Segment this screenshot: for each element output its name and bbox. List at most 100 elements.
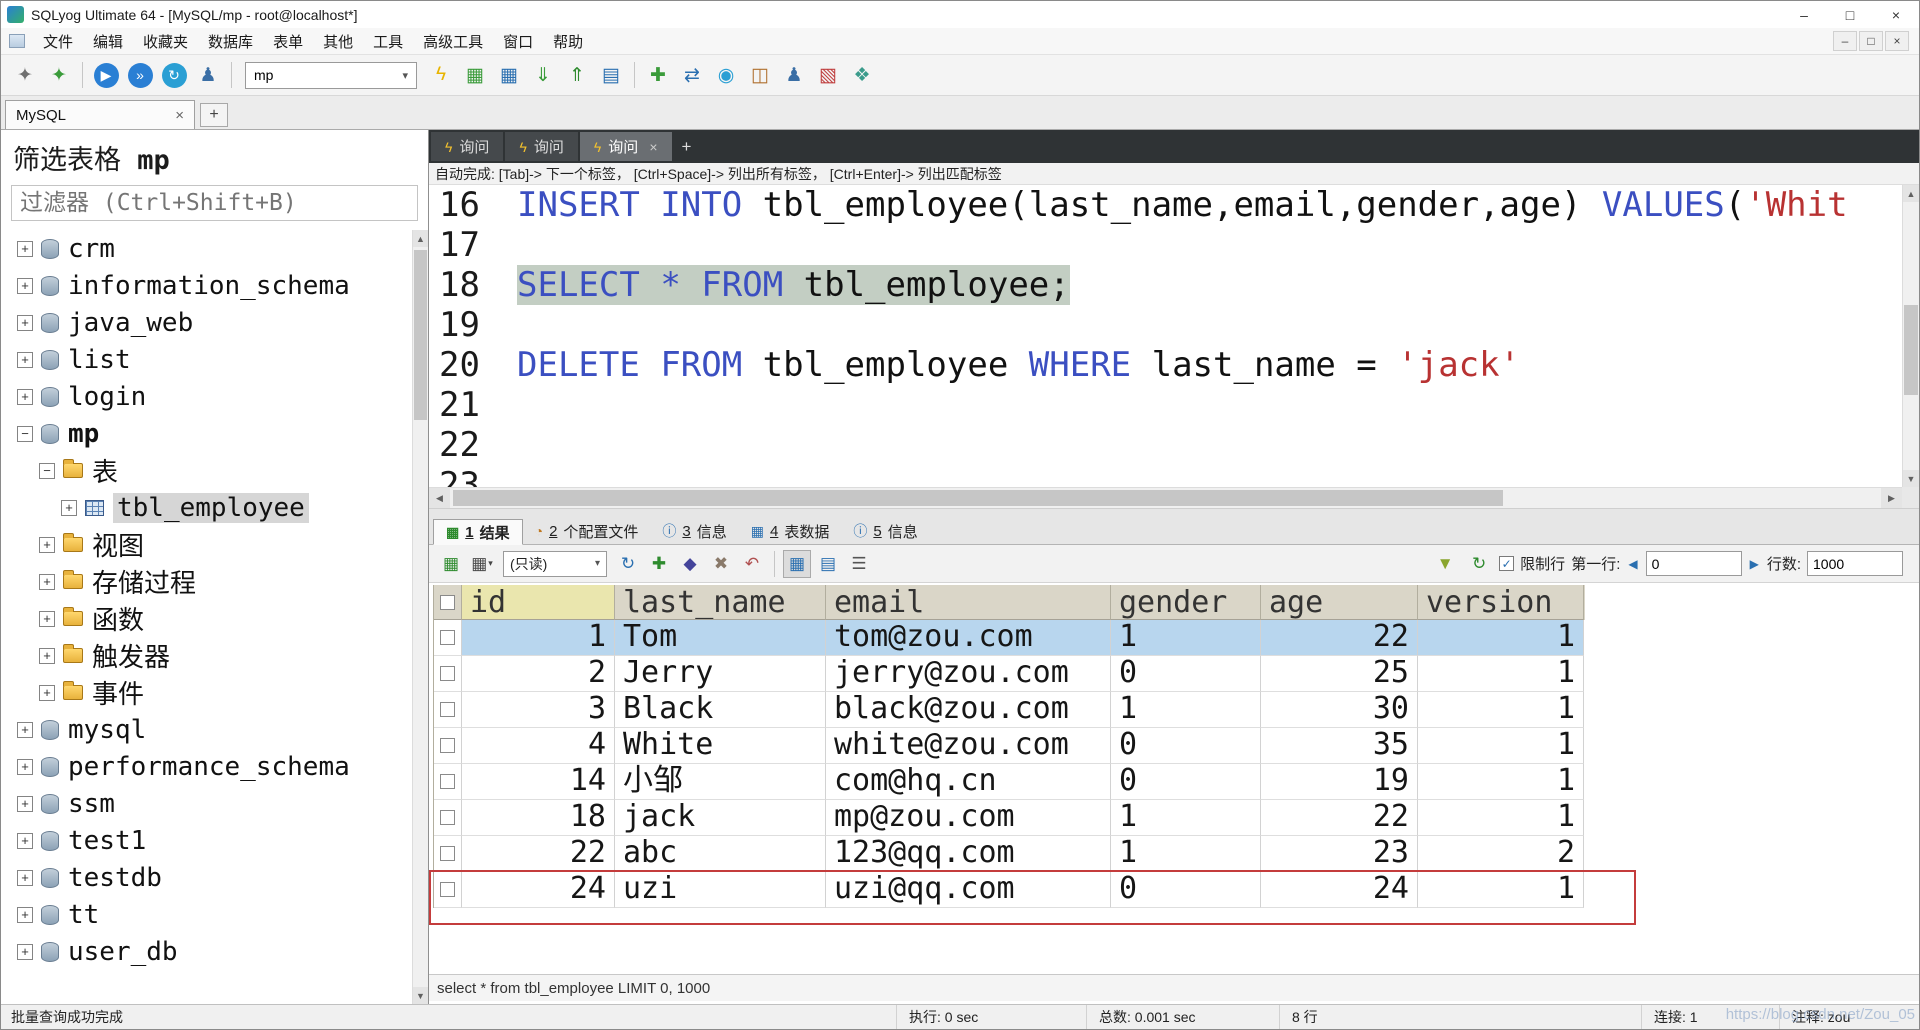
row-checkbox[interactable] (440, 882, 455, 897)
row-checkbox[interactable] (440, 774, 455, 789)
export-result-icon[interactable]: ▦ (437, 550, 465, 578)
editor-vertical-scrollbar[interactable]: ▲ ▼ (1902, 185, 1919, 487)
query-tab-1[interactable]: ϟ询问 (431, 132, 503, 161)
results-splitter[interactable] (429, 508, 1919, 515)
table-row-1[interactable]: 1Tomtom@zou.com1221 (434, 620, 1585, 656)
form-view-icon[interactable]: ▤ (814, 550, 842, 578)
connect-icon[interactable]: ✦ (43, 59, 75, 91)
editor-horizontal-scrollbar[interactable]: ◀ ▶ (429, 487, 1902, 508)
column-header-last_name[interactable]: last_name (615, 585, 826, 620)
expand-icon[interactable]: + (17, 944, 33, 960)
table-row-8[interactable]: 24uziuzi@qq.com0241 (434, 872, 1585, 908)
sync-icon[interactable]: ⇄ (676, 59, 708, 91)
menu-item-7[interactable]: 工具 (363, 28, 413, 55)
tree-item-表[interactable]: −表 (1, 452, 412, 489)
expand-icon[interactable]: + (39, 537, 55, 553)
query-tab-2[interactable]: ϟ询问 (505, 132, 577, 161)
tree-item-触发器[interactable]: +触发器 (1, 637, 412, 674)
scroll-up-icon[interactable]: ▲ (1903, 185, 1919, 202)
text-view-icon[interactable]: ☰ (845, 550, 873, 578)
sql-editor[interactable]: 16INSERT INTO tbl_employee(last_name,ema… (429, 185, 1902, 487)
scroll-down-icon[interactable]: ▼ (1903, 470, 1919, 487)
menu-item-8[interactable]: 高级工具 (413, 28, 493, 55)
tree-item-testdb[interactable]: +testdb (1, 859, 412, 896)
row-checkbox[interactable] (440, 666, 455, 681)
expand-icon[interactable]: + (17, 870, 33, 886)
expand-icon[interactable]: + (39, 574, 55, 590)
menu-item-6[interactable]: 其他 (313, 28, 363, 55)
editor-line-22[interactable]: 22 (429, 425, 1902, 465)
row-select-cell[interactable] (434, 872, 462, 908)
row-checkbox[interactable] (440, 738, 455, 753)
result-tab-4[interactable]: ▦4表数据 (739, 518, 842, 544)
close-icon[interactable]: × (161, 107, 184, 124)
row-select-cell[interactable] (434, 656, 462, 692)
web-icon[interactable]: ◉ (710, 59, 742, 91)
import-icon[interactable]: ⇓ (527, 59, 559, 91)
column-header-select[interactable] (434, 585, 462, 620)
scheduler-icon[interactable]: ▧ (812, 59, 844, 91)
tree-item-information_schema[interactable]: +information_schema (1, 267, 412, 304)
column-header-email[interactable]: email (826, 585, 1111, 620)
add-connection-button[interactable]: + (200, 103, 228, 127)
editor-line-16[interactable]: 16INSERT INTO tbl_employee(last_name,ema… (429, 185, 1902, 225)
menu-item-4[interactable]: 数据库 (198, 28, 263, 55)
expand-icon[interactable]: + (17, 833, 33, 849)
save-row-icon[interactable]: ◆ (676, 550, 704, 578)
select-all-checkbox[interactable] (440, 595, 455, 610)
collapse-icon[interactable]: − (39, 463, 55, 479)
tree-item-login[interactable]: +login (1, 378, 412, 415)
expand-icon[interactable]: + (17, 315, 33, 331)
result-tab-2[interactable]: ◔2个配置文件 (523, 518, 651, 544)
first-row-input[interactable] (1646, 551, 1742, 576)
new-table-icon[interactable]: ✚ (642, 59, 674, 91)
table-row-6[interactable]: 18jackmp@zou.com1221 (434, 800, 1585, 836)
insert-update-icon[interactable]: ▦ (493, 59, 525, 91)
minimize-button[interactable]: – (1781, 1, 1827, 28)
mdi-minimize-button[interactable]: – (1833, 31, 1857, 51)
editor-line-21[interactable]: 21 (429, 385, 1902, 425)
execute-snippet-icon[interactable]: ϟ (425, 59, 457, 91)
result-tab-5[interactable]: ⓘ5信息 (841, 518, 929, 544)
scroll-down-icon[interactable]: ▼ (413, 987, 428, 1004)
users-icon[interactable]: ♟ (778, 59, 810, 91)
grid-options-icon[interactable]: ▦▾ (468, 550, 496, 578)
scroll-right-icon[interactable]: ▶ (1881, 488, 1902, 508)
editor-line-23[interactable]: 23 (429, 465, 1902, 487)
new-connection-icon[interactable]: ✦ (9, 59, 41, 91)
menu-item-10[interactable]: 帮助 (543, 28, 593, 55)
expand-icon[interactable]: + (39, 685, 55, 701)
editor-vscroll-thumb[interactable] (1904, 305, 1918, 395)
menu-item-5[interactable]: 表单 (263, 28, 313, 55)
table-row-5[interactable]: 14小邹com@hq.cn0191 (434, 764, 1585, 800)
expand-icon[interactable]: + (17, 389, 33, 405)
tree-item-事件[interactable]: +事件 (1, 674, 412, 711)
export-icon[interactable]: ⇑ (561, 59, 593, 91)
expand-icon[interactable]: + (17, 352, 33, 368)
expand-icon[interactable]: + (17, 722, 33, 738)
expand-icon[interactable]: + (17, 907, 33, 923)
expand-icon[interactable]: + (61, 500, 77, 516)
close-button[interactable]: × (1873, 1, 1919, 28)
user-manager-icon[interactable]: ♟ (192, 59, 224, 91)
query-tab-3[interactable]: ϟ询问× (580, 132, 672, 161)
table-row-2[interactable]: 2Jerryjerry@zou.com0251 (434, 656, 1585, 692)
tree-item-ssm[interactable]: +ssm (1, 785, 412, 822)
previous-page-icon[interactable]: ◀ (1626, 557, 1639, 571)
revert-row-icon[interactable]: ↶ (738, 550, 766, 578)
menu-item-3[interactable]: 收藏夹 (133, 28, 198, 55)
filter-funnel-icon[interactable]: ▼ (1431, 550, 1459, 578)
table-row-7[interactable]: 22abc123@qq.com1232 (434, 836, 1585, 872)
tree-item-存储过程[interactable]: +存储过程 (1, 563, 412, 600)
sidebar-scroll-thumb[interactable] (414, 250, 427, 420)
schema-designer-icon[interactable]: ❖ (846, 59, 878, 91)
expand-icon[interactable]: + (17, 278, 33, 294)
tree-item-test1[interactable]: +test1 (1, 822, 412, 859)
result-tab-3[interactable]: ⓘ3信息 (650, 518, 738, 544)
menu-item-9[interactable]: 窗口 (493, 28, 543, 55)
tree-item-函数[interactable]: +函数 (1, 600, 412, 637)
maximize-button[interactable]: □ (1827, 1, 1873, 28)
expand-icon[interactable]: + (39, 648, 55, 664)
row-checkbox[interactable] (440, 846, 455, 861)
table-view-icon[interactable]: ▤ (595, 59, 627, 91)
